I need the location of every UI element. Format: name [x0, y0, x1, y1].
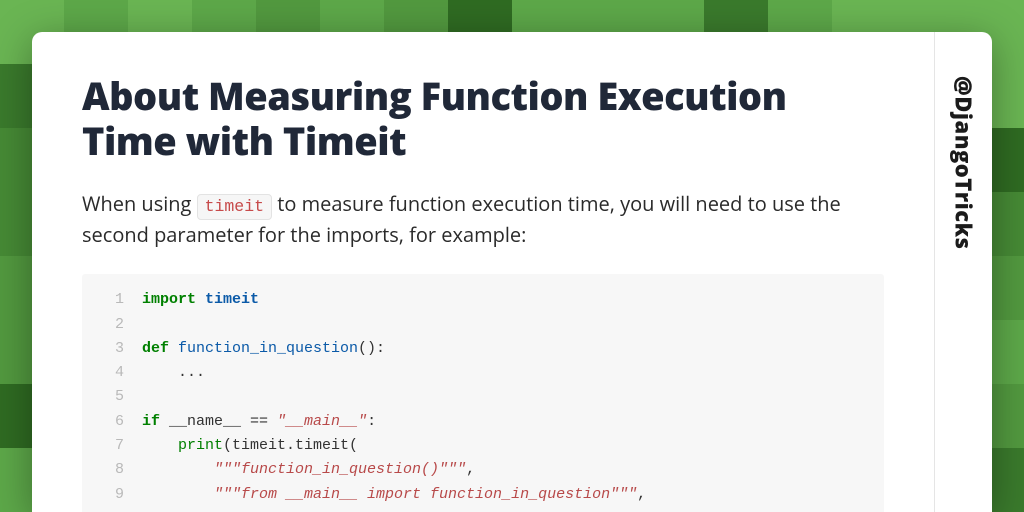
line-content: if __name__ == "__main__":	[124, 410, 376, 434]
code-line: 4 ...	[100, 361, 866, 385]
line-content: """from __main__ import function_in_ques…	[124, 483, 646, 507]
line-number: 5	[100, 385, 124, 409]
line-number: 2	[100, 313, 124, 337]
content-card: About Measuring Function Execution Time …	[32, 32, 992, 512]
line-number: 8	[100, 458, 124, 482]
line-content: ...	[124, 361, 205, 385]
code-line: 1import timeit	[100, 288, 866, 312]
line-content	[124, 313, 151, 337]
code-line: 6if __name__ == "__main__":	[100, 410, 866, 434]
line-number: 7	[100, 434, 124, 458]
line-number: 1	[100, 288, 124, 312]
line-number: 6	[100, 410, 124, 434]
para-pre: When using	[82, 190, 197, 217]
line-content: """function_in_question()""",	[124, 458, 475, 482]
line-number: 9	[100, 483, 124, 507]
code-line: 3def function_in_question():	[100, 337, 866, 361]
line-number: 4	[100, 361, 124, 385]
code-block: 1import timeit2 3def function_in_questio…	[82, 274, 884, 512]
twitter-handle: @DjangoTricks	[949, 76, 979, 250]
line-content: print(timeit.timeit(	[124, 434, 358, 458]
line-content	[124, 385, 151, 409]
code-line: 9 """from __main__ import function_in_qu…	[100, 483, 866, 507]
code-line: 5	[100, 385, 866, 409]
line-content: import timeit	[124, 288, 259, 312]
code-line: 7 print(timeit.timeit(	[100, 434, 866, 458]
inline-code-timeit: timeit	[197, 194, 272, 220]
intro-paragraph: When using timeit to measure function ex…	[82, 188, 884, 251]
page-title: About Measuring Function Execution Time …	[82, 74, 884, 164]
line-number: 3	[100, 337, 124, 361]
code-line: 2	[100, 313, 866, 337]
code-line: 8 """function_in_question()""",	[100, 458, 866, 482]
sidebar: @DjangoTricks	[934, 32, 992, 512]
line-content: def function_in_question():	[124, 337, 385, 361]
main-content: About Measuring Function Execution Time …	[32, 32, 934, 512]
